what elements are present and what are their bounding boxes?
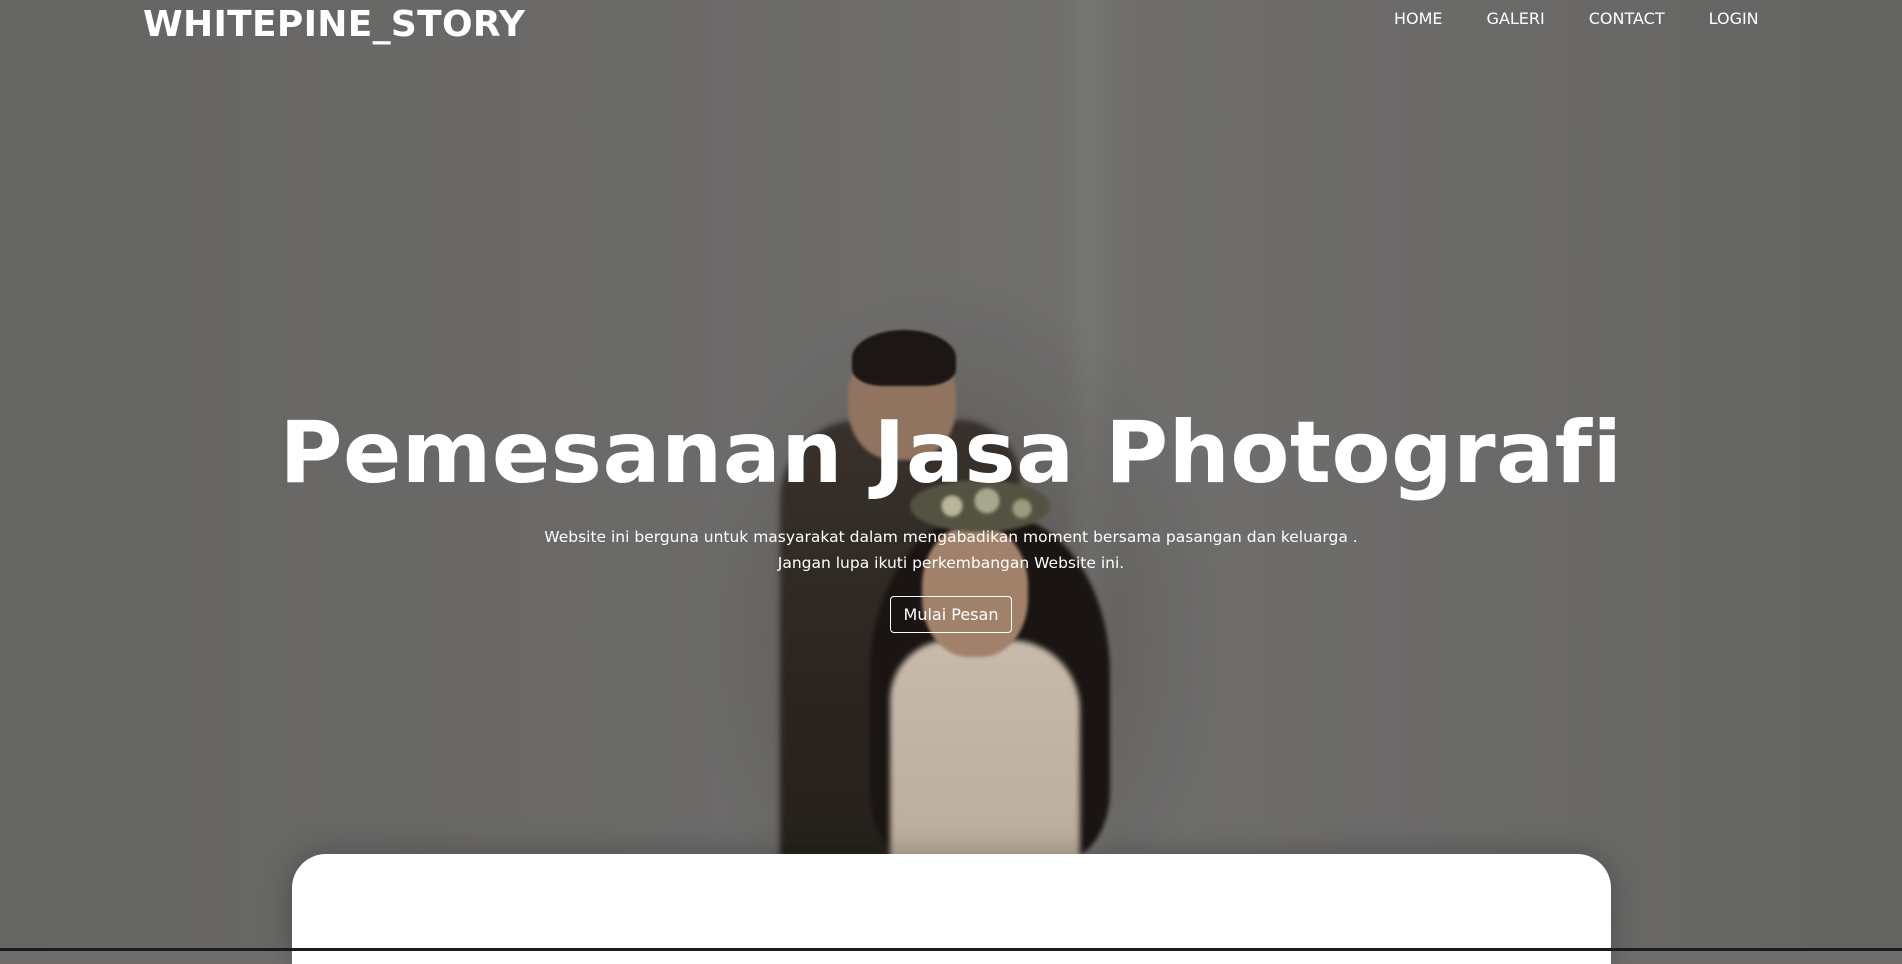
nav-contact-link[interactable]: CONTACT (1589, 9, 1665, 29)
nav-galeri-link[interactable]: GALERI (1487, 9, 1545, 29)
hero-subtitle-line-1: Website ini berguna untuk masyarakat dal… (544, 528, 1358, 546)
hero-subtitle: Website ini berguna untuk masyarakat dal… (0, 524, 1902, 576)
hero-subtitle-line-2: Jangan lupa ikuti perkembangan Website i… (777, 554, 1125, 572)
nav-login-link[interactable]: LOGIN (1709, 9, 1759, 29)
hero-content: Pemesanan Jasa Photografi Website ini be… (0, 400, 1902, 633)
main-nav: HOME GALERI CONTACT LOGIN (1394, 9, 1759, 29)
brand-logo[interactable]: WHITEPINE_STORY (143, 4, 525, 45)
mulai-pesan-button[interactable]: Mulai Pesan (889, 596, 1013, 633)
nav-home-link[interactable]: HOME (1394, 9, 1443, 29)
hero-title: Pemesanan Jasa Photografi (279, 403, 1623, 503)
